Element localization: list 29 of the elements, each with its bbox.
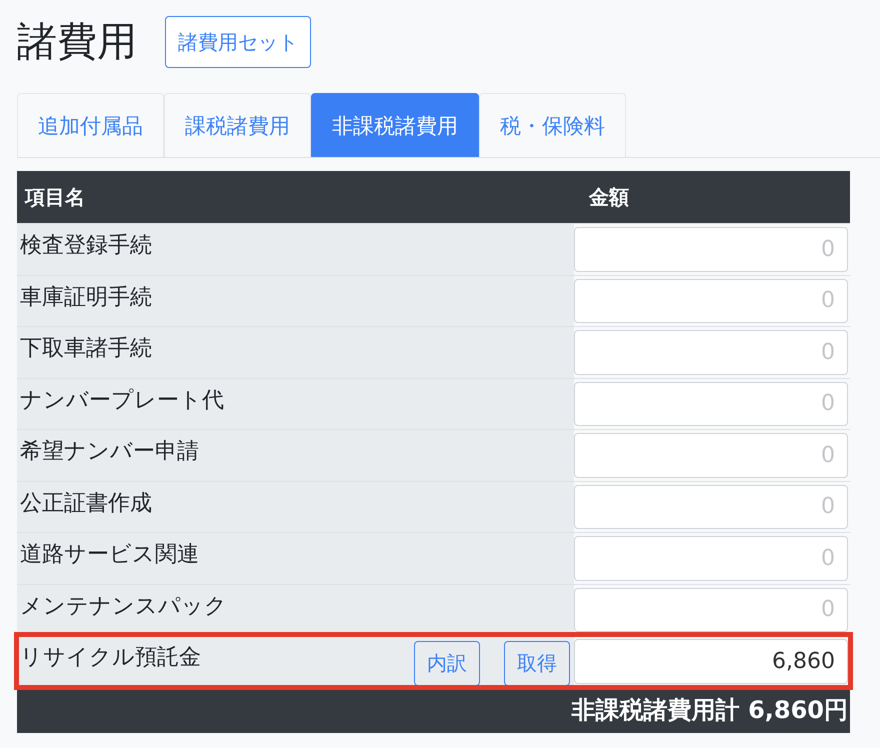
row-button[interactable]: 取得 [504, 641, 570, 686]
column-header: 金額 [588, 186, 629, 210]
item-label: メンテナンスパック [20, 592, 228, 620]
page-title: 諸費用 [17, 22, 137, 62]
amount-field[interactable]: 0 [574, 330, 848, 374]
total-text: 非課税諸費用計 6,860円 [572, 694, 849, 726]
tab[interactable]: 追加付属品 [17, 93, 164, 157]
amount-field[interactable]: 0 [574, 536, 848, 580]
item-label: 公正証書作成 [20, 488, 153, 516]
amount-field[interactable]: 0 [574, 433, 848, 478]
tab[interactable]: 課税諸費用 [164, 93, 311, 157]
amount-field[interactable]: 0 [574, 227, 848, 272]
row-button[interactable]: 内訳 [414, 641, 480, 686]
item-label: 車庫証明手続 [20, 282, 153, 310]
amount-field[interactable]: 0 [574, 278, 848, 323]
column-header: 項目名 [24, 186, 86, 210]
set-button[interactable]: 諸費用セット [165, 16, 311, 68]
tab[interactable]: 税・保険料 [479, 93, 626, 157]
item-label: リサイクル預託金 [20, 643, 202, 671]
item-label: 検査登録手続 [20, 231, 153, 259]
amount-field[interactable]: 0 [574, 484, 848, 529]
amount-field[interactable]: 0 [574, 382, 848, 426]
tab[interactable]: 非課税諸費用 [311, 93, 479, 157]
item-label: 下取車諸手続 [20, 334, 153, 362]
amount-field[interactable]: 6,860 [574, 639, 848, 684]
item-label: ナンバープレート代 [20, 386, 225, 414]
item-label: 道路サービス関連 [20, 540, 200, 568]
item-label: 希望ナンバー申請 [20, 437, 200, 465]
amount-field[interactable]: 0 [574, 588, 848, 632]
